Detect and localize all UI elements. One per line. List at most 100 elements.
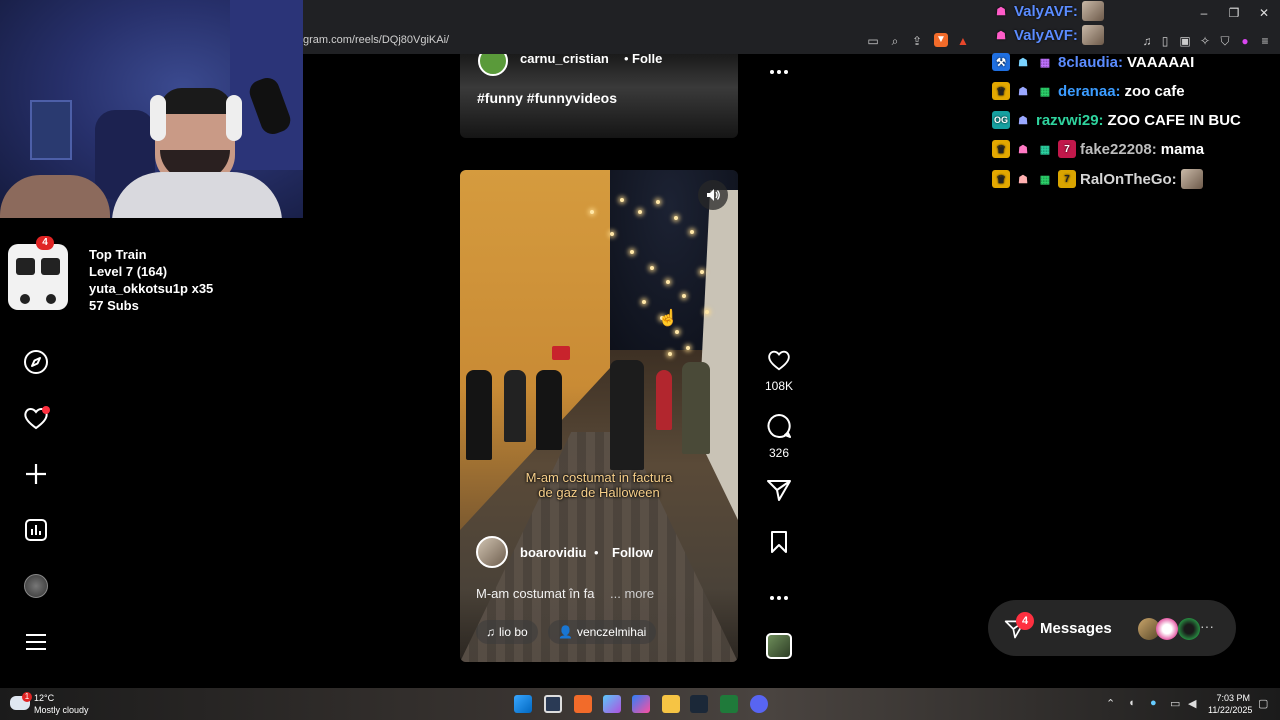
music-icon[interactable]: ♫: [1140, 34, 1154, 48]
previous-reel[interactable]: carnu_cristian • Folle #funny #funnyvide…: [460, 54, 738, 138]
chat-username: RalOnTheGo:: [1080, 170, 1177, 188]
chat-username: deranaa:: [1058, 82, 1121, 100]
microphone-icon[interactable]: ●: [1150, 697, 1157, 709]
clock-date[interactable]: 11/22/2025: [1208, 705, 1252, 715]
crown-badge-icon: ♛: [992, 170, 1010, 188]
volume-icon[interactable]: ◀: [1188, 697, 1196, 710]
network-icon[interactable]: ▭: [1170, 697, 1180, 710]
train-level: Level 7 (164): [89, 264, 168, 279]
gift-badge-icon: ▦: [1039, 85, 1051, 98]
train-subs: 57 Subs: [89, 298, 139, 313]
file-explorer-icon[interactable]: [662, 695, 680, 713]
reel-audio-chip[interactable]: ♫ lio bo: [476, 620, 538, 644]
excel-icon[interactable]: [720, 695, 738, 713]
restore-icon[interactable]: ❐: [1224, 6, 1244, 20]
tray-overflow-icon[interactable]: ⌃: [1106, 697, 1115, 710]
chat-message: OG ☗ razvwi29: ZOO CAFE IN BUC: [992, 109, 1241, 131]
previous-reel-username[interactable]: carnu_cristian: [520, 54, 609, 66]
address-bar-url[interactable]: gram.com/reels/DQj80VgiKAi/: [303, 34, 449, 46]
chat-username: razvwi29:: [1036, 111, 1104, 129]
steam-icon[interactable]: [690, 695, 708, 713]
plus-icon[interactable]: [20, 458, 52, 490]
bot-badge-icon: ☗: [1018, 173, 1028, 186]
bot-badge-icon: ☗: [996, 5, 1006, 18]
mouse-cursor-icon: ☝: [658, 310, 678, 327]
audio-thumbnail[interactable]: [766, 633, 792, 659]
chat-message: ♛ ☗ ▦ 7 fake22208: mama: [992, 138, 1204, 160]
profile-avatar[interactable]: [20, 570, 52, 602]
wallet-icon[interactable]: ▣: [1178, 34, 1192, 48]
task-view-icon[interactable]: [544, 695, 562, 713]
messages-button[interactable]: 4 Messages ···: [988, 600, 1236, 656]
brave-rewards-icon[interactable]: ▲: [956, 34, 970, 48]
mute-icon[interactable]: [698, 180, 728, 210]
chat-message: ⚒ ☗ ▦ 8claudia: VAAAAAI: [992, 51, 1194, 73]
sidebar-icon[interactable]: ▯: [1158, 34, 1172, 48]
picture-in-picture-icon[interactable]: ▭: [866, 34, 880, 48]
like-count: 108K: [764, 379, 794, 393]
bot-badge-icon: ☗: [996, 29, 1006, 42]
train-badge: 4: [36, 236, 54, 250]
close-icon[interactable]: ✕: [1254, 6, 1274, 20]
chat-text: VAAAAAI: [1127, 53, 1195, 71]
previous-reel-avatar[interactable]: [478, 54, 508, 76]
comment-icon[interactable]: [766, 413, 792, 439]
reel-video[interactable]: M-am costumat in factura de gaz de Hallo…: [460, 170, 738, 662]
insights-icon[interactable]: [20, 514, 52, 546]
comment-count: 326: [768, 446, 790, 460]
clock-time[interactable]: 7:03 PM: [1214, 693, 1250, 703]
zoom-icon[interactable]: ⌕: [888, 34, 902, 48]
reel-tagged-chip[interactable]: 👤 venczelmihai: [548, 620, 657, 644]
emote-icon: [1081, 1, 1104, 21]
dm-avatar: [1156, 618, 1178, 640]
crown-badge-icon: ♛: [992, 140, 1010, 158]
bookmark-icon[interactable]: [769, 530, 789, 554]
leo-icon[interactable]: ●: [1238, 34, 1252, 48]
chat-username: fake22208:: [1080, 140, 1157, 158]
reel-follow-button[interactable]: Follow: [612, 545, 653, 560]
reel-author-username[interactable]: boarovidiu: [520, 545, 586, 560]
compass-icon[interactable]: [20, 346, 52, 378]
messages-label: Messages: [1040, 620, 1112, 637]
windows-start-icon[interactable]: [514, 695, 532, 713]
like-button[interactable]: 108K: [763, 348, 795, 393]
brave-browser-icon[interactable]: [574, 695, 592, 713]
save-button[interactable]: [763, 530, 795, 559]
bot-badge-icon: ☗: [1018, 85, 1028, 98]
discord-icon[interactable]: [750, 695, 768, 713]
webcam-overlay: [0, 0, 303, 218]
share-button[interactable]: [763, 478, 795, 507]
comment-button[interactable]: 326: [763, 413, 795, 460]
menu-icon[interactable]: ≡: [1258, 34, 1272, 48]
heart-outline-icon[interactable]: [766, 348, 792, 372]
previous-reel-caption: #funny #funnyvideos: [477, 90, 618, 106]
reel-more-icon[interactable]: [763, 588, 795, 606]
previous-reel-more-icon[interactable]: [763, 62, 795, 80]
menu-icon[interactable]: [20, 626, 52, 658]
copilot-icon[interactable]: [603, 695, 621, 713]
chat-username: 8claudia:: [1058, 53, 1124, 71]
minimize-icon[interactable]: –: [1194, 6, 1214, 20]
notification-icon[interactable]: ▢: [1258, 697, 1268, 710]
gift-badge-icon: ▦: [1039, 56, 1051, 69]
speaker-icon[interactable]: ◖: [1128, 697, 1135, 709]
reel-caption-more[interactable]: ... more: [610, 586, 654, 601]
gift-badge-icon: ▦: [1039, 173, 1051, 186]
extensions-icon[interactable]: ✧: [1198, 34, 1212, 48]
chat-text: mama: [1160, 140, 1205, 158]
heart-icon[interactable]: [20, 402, 52, 434]
send-icon[interactable]: [766, 478, 792, 502]
sub-badge-icon: 7: [1058, 140, 1076, 158]
share-icon[interactable]: ⇪: [910, 34, 924, 48]
reel-author-avatar[interactable]: [476, 536, 508, 568]
app-icon[interactable]: [632, 695, 650, 713]
brave-shield-icon[interactable]: ▼: [934, 33, 948, 47]
reel-tagged-user: venczelmihai: [576, 625, 647, 639]
person-icon: 👤: [558, 625, 573, 639]
vpn-icon[interactable]: ⛉: [1218, 34, 1232, 48]
reel-author-separator: •: [594, 545, 599, 560]
dm-avatar: [1178, 618, 1200, 640]
weather-temp[interactable]: 12°C: [34, 693, 54, 703]
weather-condition[interactable]: Mostly cloudy: [34, 705, 89, 715]
previous-reel-follow[interactable]: Folle: [632, 54, 662, 66]
